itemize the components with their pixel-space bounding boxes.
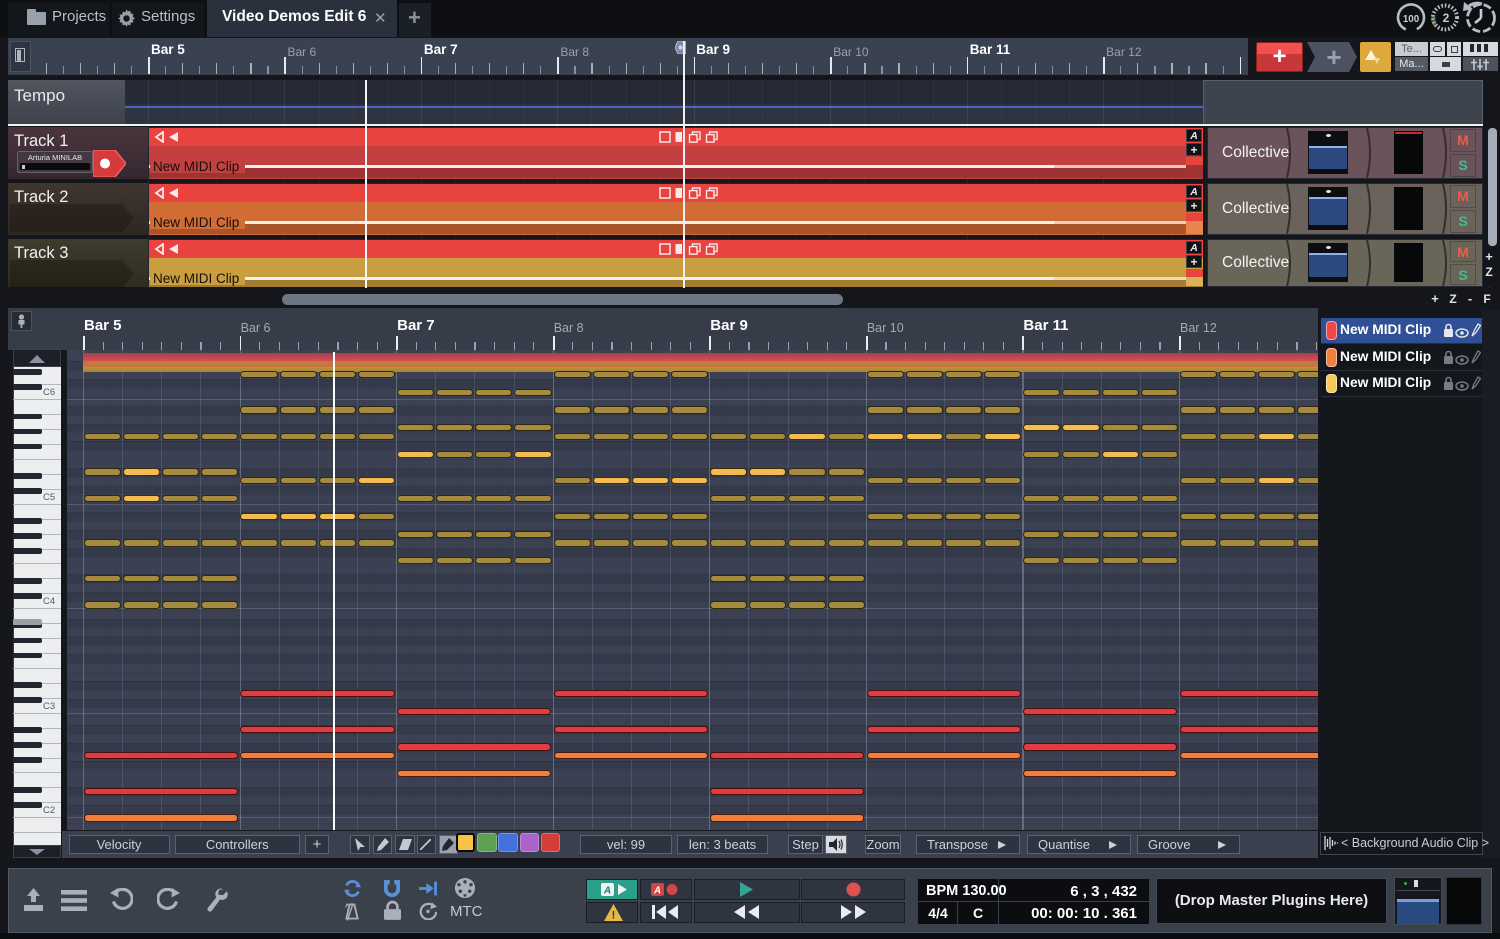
svg-text:2: 2	[1443, 11, 1450, 25]
svg-text:A: A	[653, 886, 661, 897]
svg-text:A: A	[603, 886, 611, 897]
svg-text:+: +	[1326, 42, 1341, 72]
svg-text:100: 100	[1403, 14, 1420, 25]
svg-text:!: !	[612, 910, 616, 922]
